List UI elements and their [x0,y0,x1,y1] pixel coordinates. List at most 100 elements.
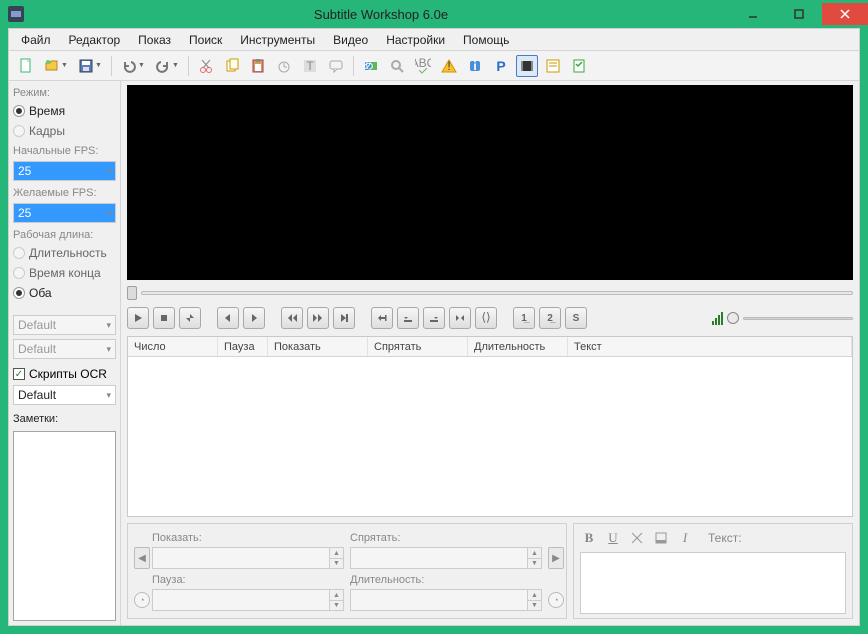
main-toolbar: ▼ ▼ ▼ ▼ T あ ABC ! i P [9,51,859,81]
scroll-toggle-button[interactable] [179,307,201,329]
subtitle-grid[interactable]: Число Пауза Показать Спрятать Длительнос… [127,336,853,517]
volume-control [712,311,853,325]
volume-knob[interactable] [727,312,739,324]
cut-icon[interactable] [195,55,217,77]
step-forward-button[interactable] [333,307,355,329]
prev-subtitle-button[interactable]: ◀ [134,547,150,569]
volume-slider[interactable] [743,317,853,320]
copy-icon[interactable] [221,55,243,77]
col-duration[interactable]: Длительность [468,337,568,356]
grid-rows[interactable] [128,357,852,516]
svg-text:あ: あ [363,58,374,72]
seek-track[interactable] [141,291,853,295]
italic-button[interactable]: I [676,529,694,547]
mode-time-radio[interactable]: Время [13,103,116,119]
menu-video[interactable]: Видео [325,31,376,49]
mode-frames-radio[interactable]: Кадры [13,123,116,139]
menu-tools[interactable]: Инструменты [232,31,323,49]
menu-search[interactable]: Поиск [181,31,230,49]
ocr-scripts-checkbox[interactable]: ✓Скрипты OCR [13,367,116,381]
charset-select-2[interactable]: Default [13,339,116,359]
volume-icon [712,311,723,325]
prev-sub-button[interactable] [217,307,239,329]
timer-icon[interactable] [273,55,295,77]
duration-clock-icon[interactable]: ◔ [548,592,564,608]
worklen-endtime-radio[interactable]: Время конца [13,265,116,281]
underline-button[interactable]: U [604,529,622,547]
left-sidebar: Режим: Время Кадры Начальные FPS: 25 Жел… [9,81,121,625]
add-sync-point-button[interactable]: S [565,307,587,329]
menu-view[interactable]: Показ [130,31,179,49]
paste-icon[interactable] [247,55,269,77]
play-button[interactable] [127,307,149,329]
set-start-button[interactable] [397,307,419,329]
col-hide[interactable]: Спрятать [368,337,468,356]
next-subtitle-button[interactable]: ▶ [548,547,564,569]
undo-icon[interactable]: ▼ [118,55,148,77]
color-button[interactable] [652,529,670,547]
desired-fps-select[interactable]: 25 [13,203,116,223]
minimize-button[interactable] [730,3,776,25]
menu-settings[interactable]: Настройки [378,31,453,49]
sync-last-button[interactable]: 2̲ [539,307,561,329]
subtitle-text-input[interactable] [580,552,846,614]
menu-editor[interactable]: Редактор [61,31,129,49]
rewind-button[interactable] [281,307,303,329]
duration-input[interactable]: ▲▼ [350,589,542,611]
open-file-icon[interactable]: ▼ [41,55,71,77]
search-icon[interactable] [386,55,408,77]
strike-button[interactable] [628,529,646,547]
translate-icon[interactable]: あ [360,55,382,77]
col-pause[interactable]: Пауза [218,337,268,356]
pause-input[interactable]: ▲▼ [152,589,344,611]
set-end-button[interactable] [423,307,445,329]
text-icon[interactable]: T [299,55,321,77]
initial-fps-select[interactable]: 25 [13,161,116,181]
spellcheck-icon[interactable]: ABC [412,55,434,77]
move-sub-button[interactable] [371,307,393,329]
time-editor-panel: Показать: Спрятать: ◀ ▲▼ ▲▼ ▶ Пауза: Дли… [127,523,567,619]
pause-clock-icon[interactable]: ◔ [134,592,150,608]
checklist-icon[interactable] [568,55,590,77]
fastforward-button[interactable] [307,307,329,329]
duration-label: Длительность: [350,574,542,586]
preview-icon[interactable] [542,55,564,77]
new-file-icon[interactable] [15,55,37,77]
warning-icon[interactable]: ! [438,55,460,77]
worklen-both-radio[interactable]: Оба [13,285,116,301]
next-sub-button[interactable] [243,307,265,329]
info-icon[interactable]: i [464,55,486,77]
notes-label: Заметки: [13,413,116,425]
charset-select-1[interactable]: Default [13,315,116,335]
bold-button[interactable]: B [580,529,598,547]
text-label: Текст: [708,531,742,545]
app-window: Subtitle Workshop 6.0e Файл Редактор Пок… [0,0,868,634]
pascal-icon[interactable]: P [490,55,512,77]
save-file-icon[interactable]: ▼ [75,55,105,77]
stop-button[interactable] [153,307,175,329]
col-show[interactable]: Показать [268,337,368,356]
video-preview[interactable] [127,85,853,280]
maximize-button[interactable] [776,3,822,25]
redo-icon[interactable]: ▼ [152,55,182,77]
menu-file[interactable]: Файл [13,31,59,49]
col-number[interactable]: Число [128,337,218,356]
hide-time-input[interactable]: ▲▼ [350,547,542,569]
notes-textarea[interactable] [13,431,116,621]
close-button[interactable] [822,3,868,25]
sync-first-button[interactable]: 1̲ [513,307,535,329]
app-icon [8,6,24,22]
show-time-input[interactable]: ▲▼ [152,547,344,569]
svg-text:i: i [473,59,476,73]
start-end-button[interactable] [449,307,471,329]
ocr-script-select[interactable]: Default [13,385,116,405]
menu-help[interactable]: Помощь [455,31,517,49]
worklen-duration-radio[interactable]: Длительность [13,245,116,261]
col-text[interactable]: Текст [568,337,852,356]
comment-icon[interactable] [325,55,347,77]
seek-thumb[interactable] [127,286,137,300]
video-preview-icon[interactable] [516,55,538,77]
add-sync-button[interactable]: ⟨⟩ [475,307,497,329]
text-editor-panel: B U I Текст: [573,523,853,619]
seek-slider[interactable] [127,284,853,302]
